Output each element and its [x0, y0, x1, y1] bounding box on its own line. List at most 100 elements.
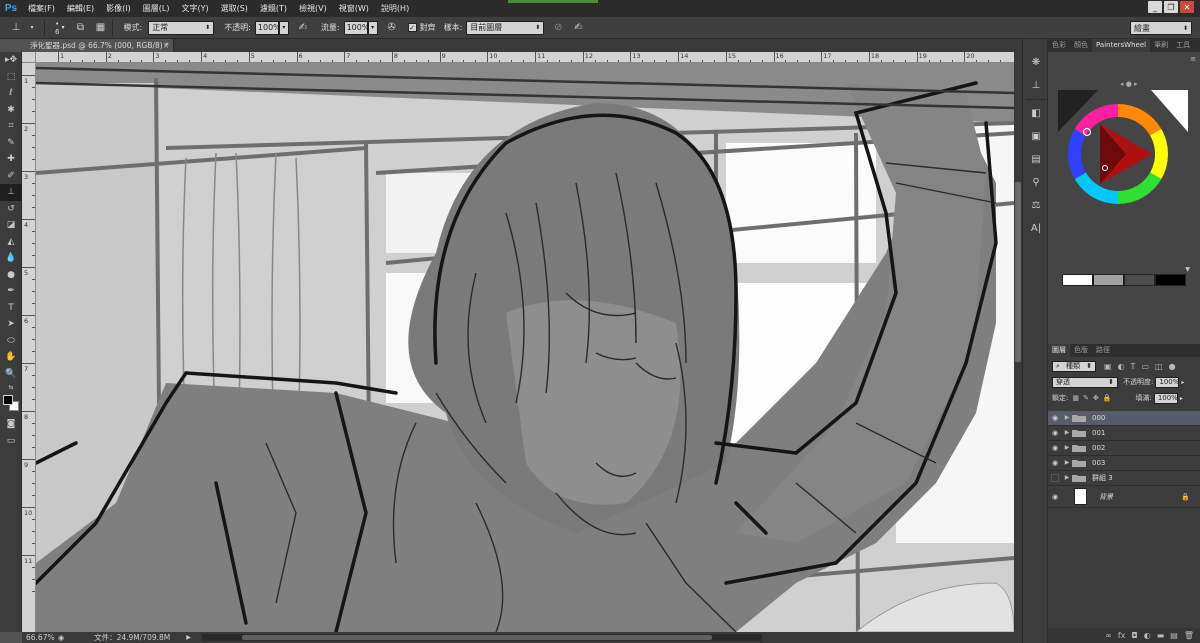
tab-color[interactable]: 顏色: [1070, 39, 1092, 52]
shape-tool-icon[interactable]: ⬭: [0, 333, 22, 350]
fill-input[interactable]: 100%: [1153, 392, 1178, 404]
sample-select[interactable]: 目前圖層 ⬍: [466, 20, 545, 35]
flow-dropdown-button[interactable]: ▾: [367, 20, 378, 35]
pressure-opacity-icon[interactable]: ✍: [295, 20, 311, 36]
tab-tools[interactable]: 工具: [1172, 39, 1194, 52]
path-selection-tool-icon[interactable]: ➤: [0, 316, 22, 333]
brush-panel-icon[interactable]: ▦: [92, 20, 108, 36]
move-tool-icon[interactable]: ▸✥: [0, 52, 22, 69]
eye-icon[interactable]: ◉: [1048, 493, 1062, 501]
brush-presets-icon[interactable]: ❋: [1023, 51, 1049, 74]
vertical-scrollbar[interactable]: [1014, 52, 1022, 632]
quick-mask-icon[interactable]: ◙: [0, 416, 22, 433]
actions-icon[interactable]: ⚲: [1023, 171, 1049, 194]
swatch-light-gray[interactable]: [1093, 274, 1124, 286]
eye-icon[interactable]: ◉: [1048, 429, 1062, 437]
flow-input[interactable]: 100%: [343, 20, 369, 35]
doc-info-icon[interactable]: ◉: [58, 634, 64, 642]
expand-arrow-icon[interactable]: ▶: [1062, 459, 1072, 466]
menu-edit[interactable]: 編輯(E): [61, 0, 100, 17]
menu-file[interactable]: 檔案(F): [22, 0, 61, 17]
layer-mask-icon[interactable]: ◘: [1131, 631, 1137, 640]
eye-icon[interactable]: ◉: [1048, 459, 1062, 467]
marquee-tool-icon[interactable]: ⬚: [0, 69, 22, 86]
layer-row[interactable]: ◉ ▶ 003: [1048, 456, 1200, 471]
history-icon[interactable]: ◧: [1023, 102, 1049, 125]
expand-arrow-icon[interactable]: ▶: [1062, 474, 1072, 481]
horizontal-scroll-thumb[interactable]: [242, 635, 712, 640]
lasso-tool-icon[interactable]: ℓ: [0, 85, 22, 102]
eye-icon[interactable]: ◉: [1048, 444, 1062, 452]
chevron-down-icon[interactable]: ▸: [1180, 395, 1183, 402]
filter-pixel-icon[interactable]: ▣: [1104, 362, 1112, 371]
lock-position-icon[interactable]: ✥: [1093, 394, 1099, 402]
magic-wand-tool-icon[interactable]: ✱: [0, 102, 22, 119]
layer-opacity-input[interactable]: 100%: [1155, 376, 1179, 388]
info-icon[interactable]: ▣: [1023, 125, 1049, 148]
lock-all-icon[interactable]: 🔒: [1103, 394, 1112, 402]
layer-filter-select[interactable]: ⌕ 種類 ⬍: [1052, 360, 1096, 372]
zoom-tool-icon[interactable]: 🔍: [0, 366, 22, 383]
eye-icon[interactable]: ◉: [1048, 414, 1062, 422]
swatch-black[interactable]: [1155, 274, 1186, 286]
ignore-adjustment-icon[interactable]: ⊘: [550, 20, 566, 36]
canvas-artwork[interactable]: [36, 63, 1014, 632]
menu-help[interactable]: 說明(H): [375, 0, 415, 17]
menu-window[interactable]: 視窗(W): [333, 0, 375, 17]
lock-pixels-icon[interactable]: ✎: [1083, 394, 1089, 402]
blend-mode-select[interactable]: 穿透 ⬍: [1052, 376, 1118, 388]
pen-tool-icon[interactable]: ✒: [0, 283, 22, 300]
menu-select[interactable]: 選取(S): [215, 0, 254, 17]
swatch-white[interactable]: [1062, 274, 1093, 286]
character-icon[interactable]: A|: [1023, 217, 1049, 240]
chevron-down-icon[interactable]: ▸: [1181, 379, 1184, 386]
tab-channels[interactable]: 色版: [1070, 344, 1092, 357]
new-layer-icon[interactable]: ▤: [1170, 631, 1178, 640]
swap-colors-icon[interactable]: ⇆: [0, 382, 22, 392]
menu-filter[interactable]: 濾鏡(T): [254, 0, 293, 17]
clone-source-icon[interactable]: ⧉: [72, 20, 88, 36]
filter-type-icon[interactable]: T: [1131, 362, 1136, 371]
filter-adjustment-icon[interactable]: ◐: [1118, 362, 1125, 371]
layer-row[interactable]: ◉ 背景 🔒: [1048, 486, 1200, 508]
color-wheel[interactable]: [1064, 78, 1184, 210]
crop-tool-icon[interactable]: ⌗: [0, 118, 22, 135]
brush-size-picker[interactable]: • 6 ▾: [55, 20, 64, 36]
layer-row[interactable]: ▶ 群組 3: [1048, 471, 1200, 486]
close-button[interactable]: ✕: [1180, 1, 1194, 13]
notes-icon[interactable]: ▤: [1023, 148, 1049, 171]
menu-view[interactable]: 檢視(V): [293, 0, 333, 17]
foreground-color[interactable]: [3, 395, 13, 405]
filter-shape-icon[interactable]: ▭: [1141, 362, 1149, 371]
filter-toggle-icon[interactable]: ●: [1169, 362, 1176, 371]
layer-style-icon[interactable]: fx: [1118, 631, 1126, 640]
close-icon[interactable]: ×: [163, 39, 169, 52]
zoom-readout[interactable]: 66.67%: [22, 633, 58, 642]
expand-arrow-icon[interactable]: ▶: [1062, 429, 1072, 436]
tab-swatches[interactable]: 色彩: [1048, 39, 1070, 52]
paint-bucket-tool-icon[interactable]: ◭: [0, 234, 22, 251]
swatch-dark-gray[interactable]: [1124, 274, 1155, 286]
filter-smart-object-icon[interactable]: ◫: [1155, 362, 1163, 371]
blur-tool-icon[interactable]: 💧: [0, 250, 22, 267]
type-tool-icon[interactable]: T: [0, 300, 22, 317]
clone-stamp-tool-icon[interactable]: ⊥: [0, 184, 22, 201]
eyedropper-tool-icon[interactable]: ✎: [0, 135, 22, 152]
clone-source-icon[interactable]: ⊥: [1023, 74, 1049, 97]
mode-select[interactable]: 正常 ⬍: [148, 20, 215, 35]
aligned-checkbox[interactable]: ✓: [407, 23, 417, 32]
tab-paths[interactable]: 路徑: [1092, 344, 1114, 357]
swatch-arrow-icon[interactable]: ▼: [1185, 266, 1190, 273]
new-group-icon[interactable]: ▬: [1157, 631, 1165, 640]
restore-button[interactable]: ❐: [1164, 1, 1178, 13]
menu-image[interactable]: 影像(I): [100, 0, 137, 17]
healing-brush-tool-icon[interactable]: ✚: [0, 151, 22, 168]
layer-row[interactable]: ◉ ▶ 002: [1048, 441, 1200, 456]
adjustments-icon[interactable]: ⚖: [1023, 194, 1049, 217]
expand-arrow-icon[interactable]: ▶: [1062, 444, 1072, 451]
tool-preset-arrow-icon[interactable]: ▾: [24, 20, 40, 36]
workspace-select[interactable]: 繪畫 ⬍: [1130, 21, 1192, 35]
menu-type[interactable]: 文字(Y): [175, 0, 214, 17]
hand-tool-icon[interactable]: ✋: [0, 349, 22, 366]
tab-layers[interactable]: 圖層: [1048, 344, 1070, 357]
